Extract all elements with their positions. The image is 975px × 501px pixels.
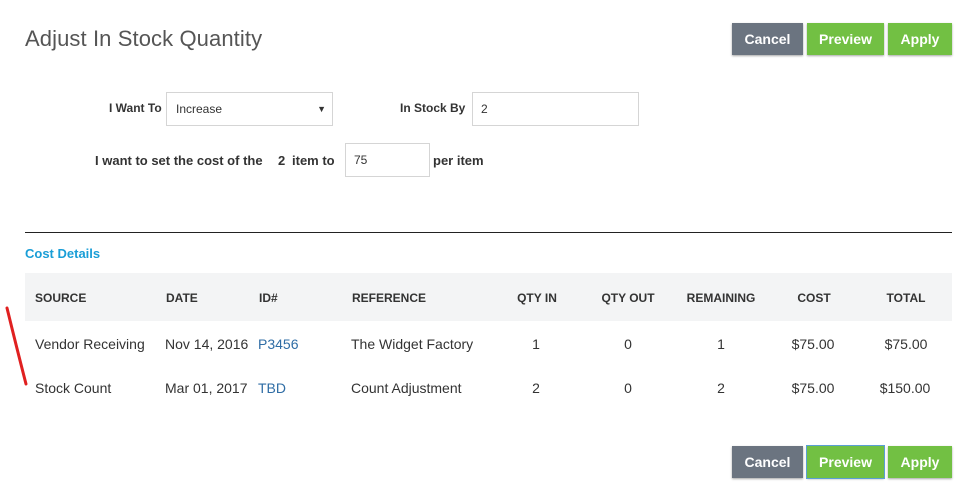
cell-id-link[interactable]: TBD	[258, 380, 286, 396]
cost-sentence-prefix: I want to set the cost of the	[95, 153, 263, 168]
cost-sentence-middle: item to	[292, 153, 335, 168]
apply-button-bottom[interactable]: Apply	[888, 446, 952, 478]
cell-qty-out: 0	[624, 336, 632, 352]
column-header-total: TOTAL	[886, 291, 926, 305]
cost-sentence-qty: 2	[278, 153, 286, 168]
cell-cost: $75.00	[791, 380, 835, 396]
cell-total: $75.00	[884, 336, 928, 352]
cell-total: $150.00	[879, 380, 931, 396]
cell-remaining: 1	[717, 336, 725, 352]
in-stock-by-input[interactable]	[472, 92, 639, 126]
column-header-qty-out: QTY OUT	[601, 291, 655, 305]
cell-reference: The Widget Factory	[351, 336, 474, 352]
column-header-cost: COST	[797, 291, 831, 305]
cell-date: Mar 01, 2017	[165, 380, 248, 396]
cost-input[interactable]	[345, 143, 430, 177]
cell-qty-in: 1	[532, 336, 540, 352]
cell-id-link[interactable]: P3456	[258, 336, 298, 352]
cell-date: Nov 14, 2016	[165, 336, 249, 352]
apply-button-top[interactable]: Apply	[888, 23, 952, 55]
cell-reference: Count Adjustment	[351, 380, 462, 396]
cell-remaining: 2	[717, 380, 725, 396]
in-stock-by-label: In Stock By	[400, 101, 466, 115]
want-to-select[interactable]: Increase ▼	[166, 92, 333, 126]
page-title: Adjust In Stock Quantity	[25, 26, 263, 51]
column-header-qty-in: QTY IN	[517, 291, 557, 305]
cancel-button-top[interactable]: Cancel	[732, 23, 803, 55]
cell-source: Stock Count	[35, 380, 112, 396]
preview-button-bottom[interactable]: Preview	[806, 445, 885, 479]
cell-cost: $75.00	[791, 336, 835, 352]
column-header-remaining: REMAINING	[686, 291, 756, 305]
column-header-date: DATE	[166, 291, 198, 305]
preview-button-top[interactable]: Preview	[807, 23, 884, 55]
column-header-reference: REFERENCE	[352, 291, 427, 305]
want-to-value: Increase	[176, 102, 223, 116]
cell-qty-out: 0	[624, 380, 632, 396]
cell-qty-in: 2	[532, 380, 540, 396]
column-header-id: ID#	[259, 291, 278, 305]
column-header-source: SOURCE	[35, 291, 87, 305]
chevron-down-icon: ▼	[317, 104, 326, 114]
section-divider	[25, 232, 952, 233]
annotation-stroke	[5, 306, 28, 386]
cell-source: Vendor Receiving	[35, 336, 145, 352]
want-to-label: I Want To	[109, 101, 162, 115]
cancel-button-bottom[interactable]: Cancel	[732, 446, 803, 478]
cost-sentence-suffix: per item	[433, 153, 484, 168]
